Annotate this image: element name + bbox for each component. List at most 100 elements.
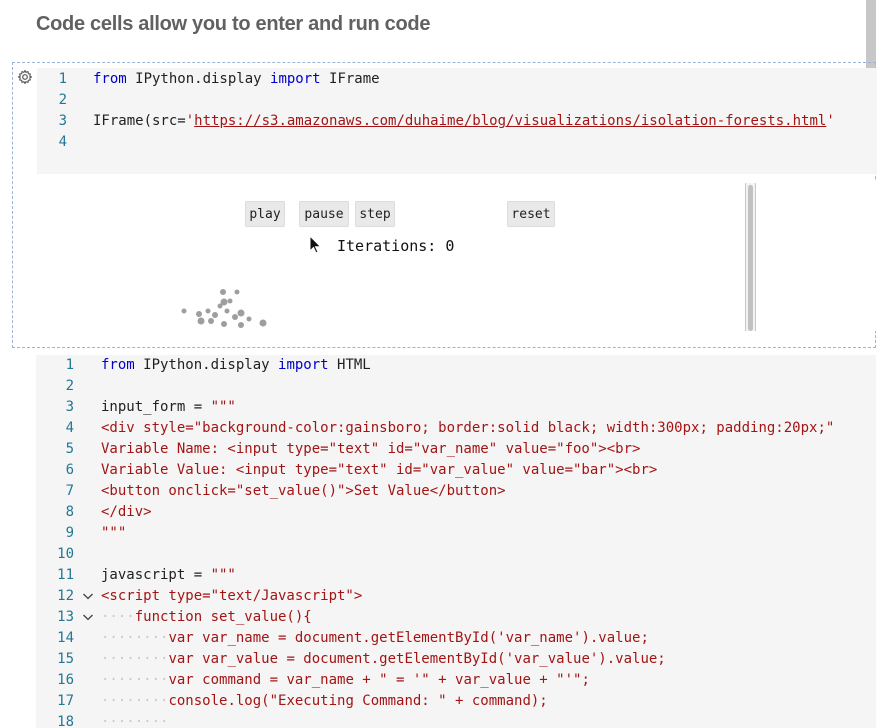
fold-chevron-icon[interactable]: [82, 586, 94, 607]
code-line[interactable]: 3 IFrame(src='https://s3.amazonaws.com/du…: [37, 111, 877, 132]
code-editor[interactable]: 1 from IPython.display import IFrame 2 3 IFr…: [37, 68, 877, 174]
code-token: IFrame: [320, 71, 380, 87]
code-token: Variable Name: <input type="text" id="va…: [101, 441, 641, 457]
code-text: javascript = """: [101, 565, 236, 586]
line-number: 9: [65, 525, 74, 541]
code-token: <script type="text/Javascript">: [101, 588, 363, 604]
line-number: 11: [57, 567, 74, 583]
code-token: """: [101, 525, 127, 541]
code-line[interactable]: 2: [36, 376, 876, 397]
code-token: ': [826, 113, 835, 129]
line-number: 1: [58, 71, 67, 87]
code-line[interactable]: 8 </div>: [36, 502, 876, 523]
code-token: </div>: [101, 504, 152, 520]
code-line[interactable]: 9 """: [36, 523, 876, 544]
line-number: 13: [57, 609, 74, 625]
reset-button[interactable]: reset: [507, 201, 555, 227]
code-token[interactable]: https://s3.amazonaws.com/duhaime/blog/vi…: [194, 113, 826, 129]
code-line[interactable]: 2: [37, 90, 877, 111]
line-number: 1: [65, 357, 74, 373]
code-text: """: [101, 523, 126, 544]
line-number: 15: [57, 651, 74, 667]
code-token: """: [210, 567, 236, 583]
line-number: 2: [65, 378, 74, 394]
code-text: Variable Value: <input type="text" id="v…: [101, 460, 657, 481]
line-number: 17: [57, 693, 74, 709]
code-line[interactable]: 11 javascript = """: [36, 565, 876, 586]
iframe-scrollbar-thumb[interactable]: [748, 185, 753, 331]
code-text: ········: [101, 712, 168, 728]
indent-whitespace: ········: [101, 693, 169, 709]
code-line[interactable]: 7 <button onclick="set_value()">Set Value…: [36, 481, 876, 502]
code-text: ········var var_name = document.getEleme…: [101, 628, 649, 649]
code-token: HTML: [328, 357, 371, 373]
code-token: <div style="background-color:gainsboro; …: [101, 420, 835, 436]
code-line[interactable]: 13 ····function set_value(){: [36, 607, 876, 628]
play-button[interactable]: play: [245, 201, 285, 227]
code-editor-html[interactable]: 1 from IPython.display import HTML 2 3 input…: [36, 355, 876, 728]
code-text: ········var command = var_name + " = '" …: [101, 670, 590, 691]
line-number: 5: [65, 441, 74, 457]
code-line[interactable]: 15 ········var var_value = document.getEl…: [36, 649, 876, 670]
section-heading: Code cells allow you to enter and run co…: [36, 13, 431, 35]
line-number: 14: [57, 630, 74, 646]
code-text: ········var var_value = document.getElem…: [101, 649, 666, 670]
code-token: IPython.display: [134, 357, 279, 373]
code-token: var var_name = document.getElementById('…: [168, 630, 649, 646]
line-number: 16: [57, 672, 74, 688]
code-token: ': [185, 113, 195, 129]
code-text: <script type="text/Javascript">: [101, 586, 362, 607]
line-number: 8: [65, 504, 74, 520]
code-token: var var_value = document.getElementById(…: [168, 651, 666, 667]
code-line[interactable]: 17 ········console.log("Executing Command…: [36, 691, 876, 712]
fold-chevron-icon[interactable]: [82, 607, 94, 628]
code-token: <button onclick="set_value()">Set Value<…: [101, 483, 506, 499]
keyword-token: import: [278, 357, 329, 373]
mouse-cursor-icon: [309, 235, 322, 254]
indent-whitespace: ········: [101, 714, 169, 728]
code-text: IFrame(src='https://s3.amazonaws.com/duh…: [93, 111, 835, 132]
code-text: <button onclick="set_value()">Set Value<…: [101, 481, 506, 502]
iterations-label: Iterations: 0: [337, 237, 455, 255]
line-number: 4: [58, 134, 67, 150]
code-line[interactable]: 10: [36, 544, 876, 565]
step-button[interactable]: step: [355, 201, 395, 227]
code-token: """: [210, 399, 236, 415]
line-number: 7: [65, 483, 74, 499]
gear-icon[interactable]: [17, 69, 33, 85]
code-token: IPython.display: [126, 71, 271, 87]
code-line[interactable]: 16 ········var command = var_name + " = '…: [36, 670, 876, 691]
indent-whitespace: ········: [101, 630, 169, 646]
line-number: 4: [65, 420, 74, 436]
code-line[interactable]: 14 ········var var_name = document.getEle…: [36, 628, 876, 649]
code-line[interactable]: 1 from IPython.display import IFrame: [37, 69, 877, 90]
code-line[interactable]: 4: [37, 132, 877, 153]
line-number: 6: [65, 462, 74, 478]
keyword-token: import: [270, 71, 321, 87]
code-token: var command = var_name + " = '" + var_va…: [168, 672, 590, 688]
code-text: </div>: [101, 502, 152, 523]
code-text: from IPython.display import HTML: [101, 355, 371, 376]
line-number: 3: [58, 113, 67, 129]
code-line[interactable]: 5 Variable Name: <input type="text" id="v…: [36, 439, 876, 460]
code-token: javascript =: [101, 567, 211, 583]
code-token: function set_value(){: [134, 609, 312, 625]
code-token: Variable Value: <input type="text" id="v…: [101, 462, 658, 478]
code-line[interactable]: 4 <div style="background-color:gainsboro;…: [36, 418, 876, 439]
code-line[interactable]: 18 ········: [36, 712, 876, 728]
line-number: 18: [57, 714, 74, 728]
pause-button[interactable]: pause: [299, 201, 349, 227]
indent-whitespace: ····: [101, 609, 135, 625]
keyword-token: from: [93, 71, 127, 87]
code-text: from IPython.display import IFrame: [93, 69, 380, 90]
line-number: 2: [58, 92, 67, 108]
code-line[interactable]: 3 input_form = """: [36, 397, 876, 418]
code-line[interactable]: 6 Variable Value: <input type="text" id="…: [36, 460, 876, 481]
code-text: Variable Name: <input type="text" id="va…: [101, 439, 640, 460]
code-cell-iframe[interactable]: 1 from IPython.display import IFrame 2 3 IFr…: [12, 62, 877, 348]
keyword-token: from: [101, 357, 135, 373]
code-line[interactable]: 12 <script type="text/Javascript">: [36, 586, 876, 607]
code-token: IFrame(src=: [93, 113, 186, 129]
code-line[interactable]: 1 from IPython.display import HTML: [36, 355, 876, 376]
iframe-scrollbar[interactable]: [745, 183, 756, 331]
